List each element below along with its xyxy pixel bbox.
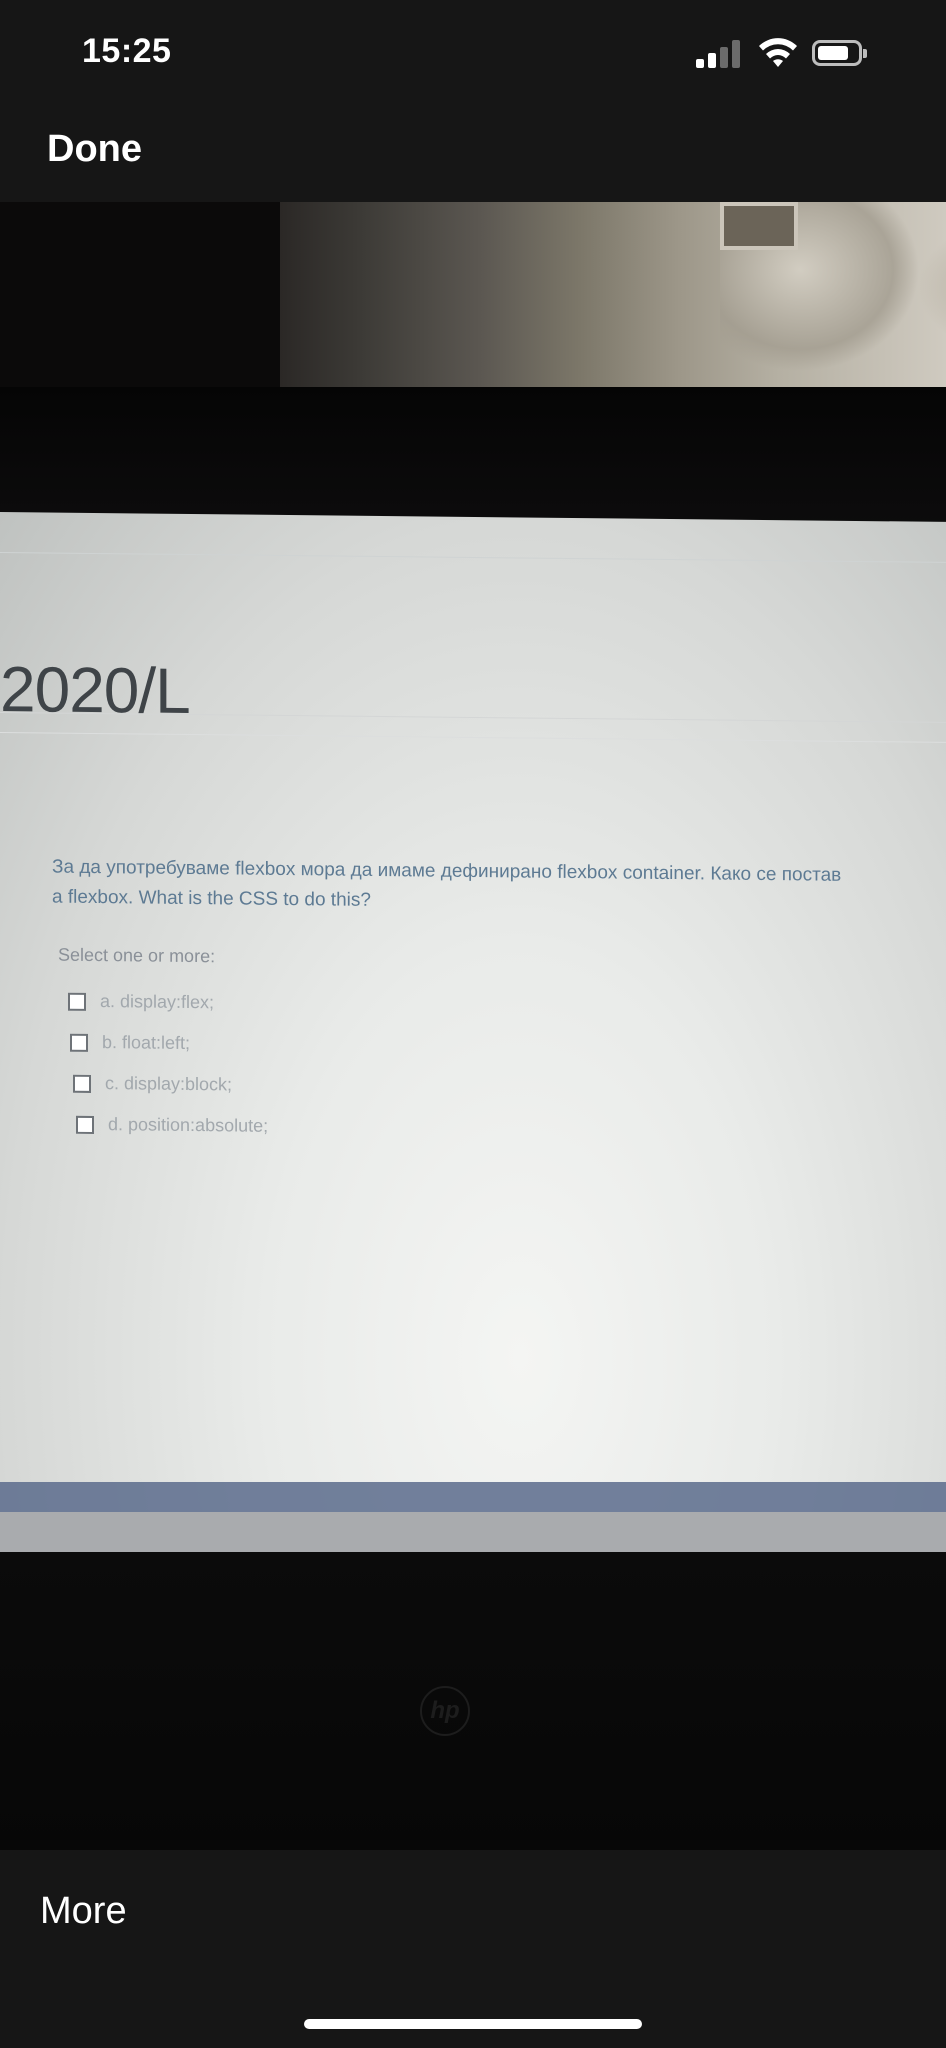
answer-option: b. float:left; [70, 1022, 262, 1065]
answer-option-label: c. display:block; [105, 1073, 233, 1095]
checkbox-icon [68, 992, 86, 1011]
select-label: Select one or more: [58, 944, 216, 967]
done-button[interactable]: Done [47, 128, 142, 171]
answer-option: a. display:flex; [68, 981, 260, 1024]
question-text: За да употребуваме flexbox мора да имаме… [52, 853, 946, 922]
course-heading: 2020/L [0, 653, 190, 727]
battery-icon [812, 40, 867, 66]
checkbox-icon [76, 1115, 94, 1134]
answer-option-label: a. display:flex; [100, 991, 215, 1013]
status-icons [696, 34, 896, 74]
status-time: 15:25 [82, 32, 172, 70]
checkbox-icon [73, 1074, 91, 1093]
answer-option: c. display:block; [73, 1063, 265, 1106]
nav-bar: Done [0, 110, 946, 202]
answer-option-label: d. position:absolute; [108, 1114, 269, 1136]
background-room [280, 202, 946, 387]
status-bar: 15:25 [0, 0, 946, 110]
screen-bottom-edge [0, 1512, 946, 1552]
answer-options: a. display:flex; b. float:left; c. displ… [68, 981, 268, 1147]
laptop-bezel-bottom [0, 1552, 946, 1850]
cellular-signal-icon [696, 40, 740, 68]
checkbox-icon [70, 1033, 88, 1052]
photo-image: 2020/L За да употребуваме flexbox мора д… [0, 202, 946, 1850]
hp-logo: hp [420, 1686, 470, 1736]
more-button[interactable]: More [40, 1890, 127, 1933]
wifi-icon [759, 38, 797, 67]
wall-picture [720, 202, 798, 250]
home-indicator[interactable] [304, 2019, 642, 2029]
laptop-screen: 2020/L За да употребуваме flexbox мора д… [0, 512, 946, 1642]
screen-taskbar [0, 1482, 946, 1512]
answer-option-label: b. float:left; [102, 1032, 191, 1053]
answer-option: d. position:absolute; [76, 1104, 268, 1147]
